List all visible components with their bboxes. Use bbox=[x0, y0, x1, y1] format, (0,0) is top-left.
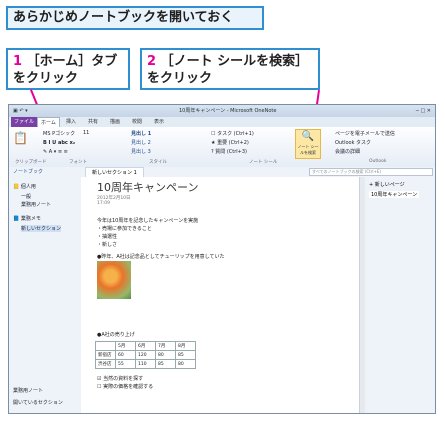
step-2-text: ［ノート シールを検索］ bbox=[160, 54, 309, 69]
photo-note[interactable]: ●昨年、A社は記念品としてチューリップを用意していた bbox=[97, 253, 225, 260]
page-time: 17:09 bbox=[97, 201, 110, 206]
ribbon: 📋 MS Pゴシック 11 B I U abc x₂ ✎ A ▾ ≡ ≡ 見出し… bbox=[9, 127, 435, 168]
search-notebooks-input[interactable]: すべてのノートブックの検索 (Ctrl+E) bbox=[309, 168, 433, 176]
window-controls[interactable]: ─ □ ✕ bbox=[416, 105, 431, 117]
todo-item-1[interactable]: ☑ 当然の資料を探す bbox=[97, 375, 143, 382]
table-header-row: 5月 6月 7月 8月 bbox=[95, 341, 196, 351]
table-cell: 55 bbox=[115, 359, 136, 369]
style-heading-3[interactable]: 見出し 3 bbox=[131, 148, 151, 155]
table-cell: 80 bbox=[175, 359, 196, 369]
step-1-callout: 1 ［ホーム］タブ をクリック bbox=[6, 48, 130, 90]
find-tags-button[interactable]: 🔍 ノート シールを検索 bbox=[295, 129, 321, 159]
note-page: 10周年キャンペーン 2012年2月10日 17:09 今年は10周年を記念した… bbox=[81, 177, 359, 413]
tab-insert[interactable]: 挿入 bbox=[63, 117, 79, 127]
note-line-3[interactable]: ・抽選性 bbox=[97, 233, 117, 240]
tag-important-label: 重要 (Ctrl+2) bbox=[217, 140, 249, 146]
group-styles: スタイル bbox=[149, 160, 167, 165]
tag-task-label: タスク (Ctrl+1) bbox=[217, 131, 254, 137]
tab-home[interactable]: ホーム bbox=[37, 117, 60, 127]
table-cell: 120 bbox=[135, 350, 156, 360]
quick-access-icons[interactable]: ▣ ↶ ▾ bbox=[13, 105, 28, 117]
step-2-callout: 2 ［ノート シールを検索］ をクリック bbox=[140, 48, 320, 90]
tag-question[interactable]: ? 質問 (Ctrl+3) bbox=[211, 148, 247, 155]
table-cell: 80 bbox=[155, 350, 176, 360]
table-cell: 60 bbox=[115, 350, 136, 360]
sidebar-work-notes[interactable]: 業務用ノート bbox=[13, 387, 43, 394]
meeting-details-button[interactable]: 会議の詳細 bbox=[335, 148, 360, 155]
tab-view[interactable]: 表示 bbox=[151, 117, 167, 127]
table-cell: 6月 bbox=[135, 341, 156, 351]
table-cell: 7月 bbox=[155, 341, 176, 351]
page-title[interactable]: 10周年キャンペーン bbox=[97, 179, 198, 195]
notebooks-label[interactable]: ノートブック bbox=[13, 167, 43, 177]
tab-draw[interactable]: 描画 bbox=[107, 117, 123, 127]
notebook-sidebar: 📒 個人用 一般 業務用ノート 📘 業務メモ 新しいセクション 業務用ノート 開… bbox=[9, 177, 82, 413]
ribbon-tabs: ファイル ホーム 挿入 共有 描画 校閲 表示 bbox=[9, 117, 435, 127]
notebook-personal-label: 個人用 bbox=[20, 184, 36, 190]
step-2-text-2: をクリック bbox=[147, 71, 213, 86]
section-work-notes[interactable]: 業務用ノート bbox=[21, 201, 51, 208]
new-page-button[interactable]: + 新しいページ bbox=[369, 181, 405, 188]
page-list: + 新しいページ 10周年キャンペーン bbox=[365, 177, 435, 413]
todo-item-2[interactable]: ☐ 実際の価格を確認する bbox=[97, 383, 153, 390]
style-heading-2[interactable]: 見出し 2 bbox=[131, 139, 151, 146]
group-clipboard: クリップボード bbox=[15, 160, 47, 165]
sales-heading[interactable]: ●A社の売り上げ bbox=[97, 331, 135, 338]
note-line-2[interactable]: ・売場に参加できること bbox=[97, 225, 152, 232]
format-buttons[interactable]: B I U abc x₂ bbox=[43, 140, 75, 146]
table-cell bbox=[95, 341, 116, 351]
group-outlook: Outlook bbox=[369, 159, 387, 164]
table-cell: 85 bbox=[175, 350, 196, 360]
tag-important[interactable]: ★ 重要 (Ctrl+2) bbox=[211, 139, 249, 146]
tulip-photo[interactable] bbox=[97, 261, 131, 299]
note-line-1[interactable]: 今年は10周年を記念したキャンペーンを実施 bbox=[97, 217, 198, 224]
notebook-personal[interactable]: 📒 個人用 bbox=[13, 183, 36, 190]
group-font: フォント bbox=[69, 160, 87, 165]
table-cell: 110 bbox=[135, 359, 156, 369]
font-name-box[interactable]: MS Pゴシック bbox=[43, 130, 75, 137]
email-page-button[interactable]: ページを電子メールで送信 bbox=[335, 130, 395, 137]
step-2-number: 2 bbox=[147, 54, 157, 69]
find-tags-icon: 🔍 bbox=[301, 131, 315, 142]
tab-review[interactable]: 校閲 bbox=[129, 117, 145, 127]
page-list-item[interactable]: 10周年キャンペーン bbox=[369, 191, 420, 198]
tag-question-label: 質問 (Ctrl+3) bbox=[215, 149, 248, 155]
table-cell: 85 bbox=[155, 359, 176, 369]
find-tags-label: ノート シールを検索 bbox=[297, 144, 319, 155]
new-page-label: 新しいページ bbox=[374, 182, 405, 188]
tag-task[interactable]: ☐ タスク (Ctrl+1) bbox=[211, 130, 254, 137]
paste-icon[interactable]: 📋 bbox=[13, 131, 28, 145]
font-size-box[interactable]: 11 bbox=[83, 130, 89, 136]
tab-file[interactable]: ファイル bbox=[11, 117, 38, 127]
window-title: 10周年キャンペーン - Microsoft OneNote bbox=[179, 108, 277, 114]
notebook-work-memo[interactable]: 📘 業務メモ bbox=[13, 215, 41, 222]
step-1-text-2: をクリック bbox=[13, 71, 79, 86]
table-cell: 渋谷店 bbox=[95, 359, 116, 369]
table-row: 新宿店 60 120 80 85 bbox=[95, 350, 196, 360]
step-1-number: 1 bbox=[13, 54, 23, 69]
notebook-work-memo-label: 業務メモ bbox=[20, 216, 41, 222]
style-heading-1[interactable]: 見出し 1 bbox=[131, 130, 151, 137]
table-cell: 8月 bbox=[175, 341, 196, 351]
table-cell: 新宿店 bbox=[95, 350, 116, 360]
sales-table[interactable]: 5月 6月 7月 8月 新宿店 60 120 80 85 渋谷店 55 110 … bbox=[95, 341, 196, 369]
todo-item-1-label: 当然の資料を探す bbox=[103, 376, 144, 382]
section-general[interactable]: 一般 bbox=[21, 193, 31, 200]
tab-share[interactable]: 共有 bbox=[85, 117, 101, 127]
section-new[interactable]: 新しいセクション bbox=[21, 225, 62, 232]
group-tags: ノート シール bbox=[249, 160, 278, 165]
sidebar-open-sections[interactable]: 開いているセクション bbox=[13, 399, 63, 406]
table-cell: 5月 bbox=[115, 341, 136, 351]
todo-item-2-label: 実際の価格を確認する bbox=[103, 384, 154, 390]
outlook-tasks-button[interactable]: Outlook タスク bbox=[335, 139, 371, 146]
step-1-text: ［ホーム］タブ bbox=[26, 54, 118, 69]
table-row: 渋谷店 55 110 85 80 bbox=[95, 359, 196, 369]
highlight-buttons[interactable]: ✎ A ▾ ≡ ≡ bbox=[43, 149, 68, 155]
title-bar: ▣ ↶ ▾ 10周年キャンペーン - Microsoft OneNote ─ □… bbox=[9, 105, 435, 117]
instruction-heading: あらかじめノートブックを開いておく bbox=[6, 6, 264, 30]
note-line-4[interactable]: ・新しさ bbox=[97, 241, 117, 248]
onenote-window: ▣ ↶ ▾ 10周年キャンペーン - Microsoft OneNote ─ □… bbox=[8, 104, 436, 414]
